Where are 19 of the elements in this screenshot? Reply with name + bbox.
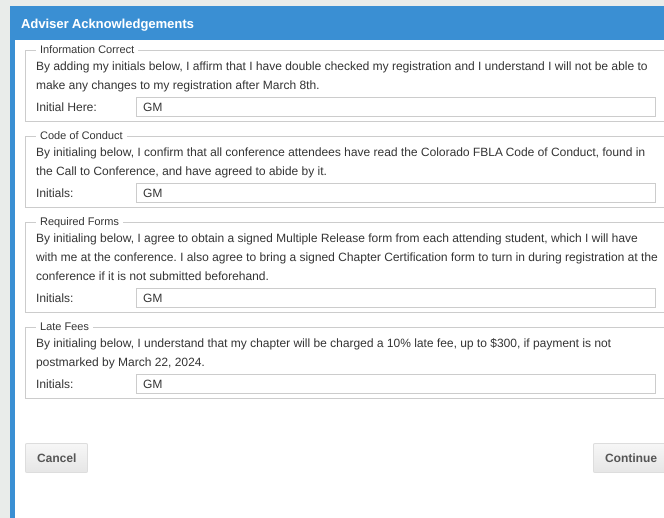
initials-field[interactable]: GM <box>136 97 656 117</box>
cancel-button[interactable]: Cancel <box>25 443 88 473</box>
section-text: By initialing below, I understand that my chapter will be charged a 10% late fee, up to $300, if payment is not postmarked by March 22, 2024. <box>36 335 612 371</box>
section-text: By adding my initials below, I affirm that I have double checked my registration and I understand I will not be able to make any changes to my registration after March 8th. <box>36 58 648 94</box>
section-text: By initialing below, I confirm that all conference attendees have read the Colorado FBLA Code of Conduct, found in the Call to Conference, and have agreed to abide by it. <box>36 144 646 180</box>
field-label: Initials: <box>36 291 74 305</box>
section-legend: Required Forms <box>36 216 123 228</box>
section-legend: Late Fees <box>36 321 93 333</box>
continue-button[interactable]: Continue <box>593 443 664 473</box>
section-legend: Code of Conduct <box>36 130 127 142</box>
field-label: Initials: <box>36 377 74 391</box>
section-text: By initialing below, I agree to obtain a signed Multiple Release form from each attending student, which I will have with me at the conference. I also agree to bring a signed Chapter Certification form to turn in during registration at the conference if it is not submitted beforehand. <box>36 230 658 285</box>
window-title: Adviser Acknowledgements <box>21 16 194 30</box>
field-label: Initials: <box>36 186 74 200</box>
initials-field[interactable]: GM <box>136 288 656 308</box>
section-legend: Information Correct <box>36 44 138 56</box>
initials-field[interactable]: GM <box>136 183 656 203</box>
field-label: Initial Here: <box>36 100 98 114</box>
initials-field[interactable]: GM <box>136 374 656 394</box>
